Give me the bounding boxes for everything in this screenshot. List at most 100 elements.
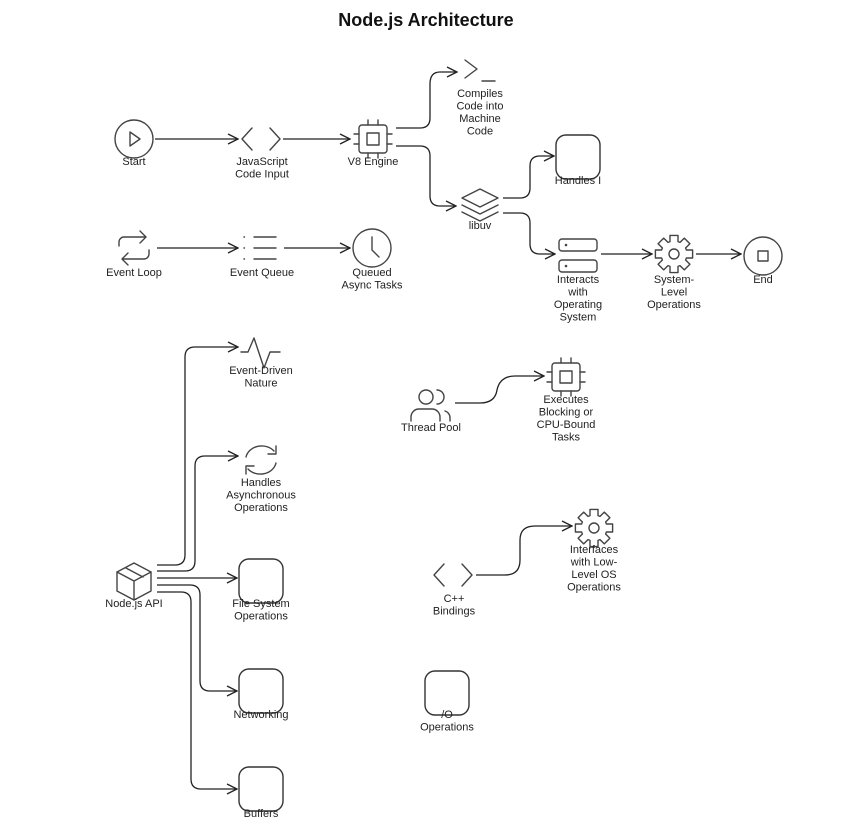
node-event-driven[interactable]: Event-Driven Nature xyxy=(229,337,293,390)
node-buffers[interactable]: Buffers xyxy=(238,766,284,820)
node-label: Handles I xyxy=(555,175,601,187)
node-label-line: Operations xyxy=(647,299,701,311)
node-system-ops[interactable]: System-Level Operations xyxy=(647,234,701,311)
node-label: Handles Asynchronous Operations xyxy=(226,477,296,514)
node-compiles[interactable]: Compiles Code into Machine Code xyxy=(456,59,504,138)
node-label-line: Bindings xyxy=(433,606,476,618)
node-label-line: Compiles xyxy=(457,88,503,100)
refresh-icon xyxy=(245,445,277,475)
node-label: Queued Async Tasks xyxy=(342,267,403,292)
node-label-line: with Low- xyxy=(570,557,618,569)
server-stack-icon xyxy=(558,238,598,273)
node-label: Thread Pool xyxy=(401,422,461,434)
node-label-line: Code Input xyxy=(235,169,289,181)
node-thread-pool[interactable]: Thread Pool xyxy=(401,389,461,434)
repeat-arrows-icon xyxy=(118,230,150,266)
node-label-line: System- xyxy=(654,274,695,286)
node-label-line: Operations xyxy=(420,722,474,734)
node-label-line: Interacts xyxy=(557,274,600,286)
node-label: End xyxy=(753,274,773,286)
edge-v8-to-libuv xyxy=(396,145,456,206)
node-label: Event-Driven Nature xyxy=(229,365,293,390)
node-label: System-Level Operations xyxy=(647,274,701,311)
code-brackets-icon xyxy=(241,127,281,151)
layers-icon xyxy=(461,188,499,222)
edge-nodejs-api-to-networking xyxy=(157,584,237,691)
node-label-line: C++ xyxy=(444,593,465,605)
node-label-line: Node.js API xyxy=(105,598,162,610)
node-executes-blocking[interactable]: Executes Blocking or CPU-Bound Tasks xyxy=(537,357,596,444)
node-label-line: Level xyxy=(661,287,687,299)
node-label-line: Event Loop xyxy=(106,267,162,279)
node-file-system[interactable]: File System Operations xyxy=(232,558,290,623)
node-label: Interfaces with Low-Level OS Operations xyxy=(567,544,621,594)
node-label-line: JavaScript xyxy=(236,156,287,168)
node-networking[interactable]: Networking xyxy=(233,668,289,721)
node-label-line: Operations xyxy=(567,582,621,594)
node-label: Networking xyxy=(233,709,288,721)
node-label-line: Event Queue xyxy=(230,267,294,279)
node-label-line: Operations xyxy=(234,502,288,514)
rounded-box-icon xyxy=(555,134,601,180)
edge-libuv-to-interacts-os xyxy=(503,212,555,254)
edge-thread-pool-to-executes-blocking xyxy=(455,376,544,404)
node-nodejs-api[interactable]: Node.js API xyxy=(105,562,163,610)
code-brackets-icon xyxy=(433,563,473,587)
edge-libuv-to-handles-io xyxy=(503,156,554,199)
node-label-line: Buffers xyxy=(244,808,279,820)
node-label-line: Queued xyxy=(352,267,391,279)
rounded-box-icon xyxy=(238,558,284,604)
node-event-queue[interactable]: Event Queue xyxy=(230,236,294,279)
node-label: libuv xyxy=(469,220,492,232)
node-label-line: /O xyxy=(441,709,453,721)
list-icon xyxy=(243,236,277,260)
node-label: C++ Bindings xyxy=(433,593,476,618)
node-event-loop[interactable]: Event Loop xyxy=(106,230,162,279)
node-label-line: Handles I xyxy=(555,175,601,187)
node-label-line: Machine xyxy=(459,113,501,125)
node-js-input[interactable]: JavaScript Code Input xyxy=(235,127,289,181)
node-label-line: Handles xyxy=(241,477,282,489)
rounded-box-icon xyxy=(238,766,284,812)
edge-nodejs-api-to-handles-async xyxy=(157,456,238,572)
node-label-line: Code xyxy=(467,126,493,138)
node-cpp-bindings[interactable]: C++ Bindings xyxy=(433,563,476,618)
node-label-line: CPU-Bound xyxy=(537,419,596,431)
node-libuv[interactable]: libuv xyxy=(461,188,499,232)
node-label-line: with xyxy=(567,287,588,299)
node-label-line: Executes xyxy=(543,394,589,406)
node-label: Event Queue xyxy=(230,267,294,279)
node-start[interactable]: Start xyxy=(114,119,154,168)
node-label-line: Networking xyxy=(233,709,288,721)
node-label-line: Operating xyxy=(554,299,602,311)
node-label-line: File System xyxy=(232,598,289,610)
node-label-line: Level OS xyxy=(571,569,616,581)
node-handles-io[interactable]: Handles I xyxy=(555,134,601,187)
play-circle-icon xyxy=(114,119,154,159)
node-label-line: Event-Driven xyxy=(229,365,293,377)
node-label-line: Asynchronous xyxy=(226,490,296,502)
pulse-icon xyxy=(240,337,281,369)
node-label-line: System xyxy=(560,312,597,324)
node-interfaces-os[interactable]: Interfaces with Low-Level OS Operations xyxy=(567,508,621,594)
rounded-box-icon xyxy=(238,668,284,714)
node-label: Interacts with Operating System xyxy=(554,274,602,324)
node-v8[interactable]: V8 Engine xyxy=(348,119,399,168)
node-end[interactable]: End xyxy=(743,236,783,286)
node-label: Executes Blocking or CPU-Bound Tasks xyxy=(537,394,596,444)
node-label: File System Operations xyxy=(232,598,289,623)
node-label-line: V8 Engine xyxy=(348,156,399,168)
package-box-icon xyxy=(116,562,152,601)
node-label-line: Start xyxy=(122,156,145,168)
node-label: Start xyxy=(122,156,145,168)
diagram-canvas: Start JavaScript Code Input V8 Engine Compil… xyxy=(105,59,783,820)
node-label: Buffers xyxy=(244,808,279,820)
node-io-ops[interactable]: /O Operations xyxy=(420,670,474,734)
node-interacts-os[interactable]: Interacts with Operating System xyxy=(554,238,602,324)
edge-cpp-bindings-to-interfaces-os xyxy=(476,526,572,576)
node-label: Node.js API xyxy=(105,598,162,610)
node-label-line: Blocking or xyxy=(539,407,594,419)
node-queued-tasks[interactable]: Queued Async Tasks xyxy=(342,228,403,292)
node-label-line: Nature xyxy=(244,378,277,390)
node-label-line: Interfaces xyxy=(570,544,619,556)
